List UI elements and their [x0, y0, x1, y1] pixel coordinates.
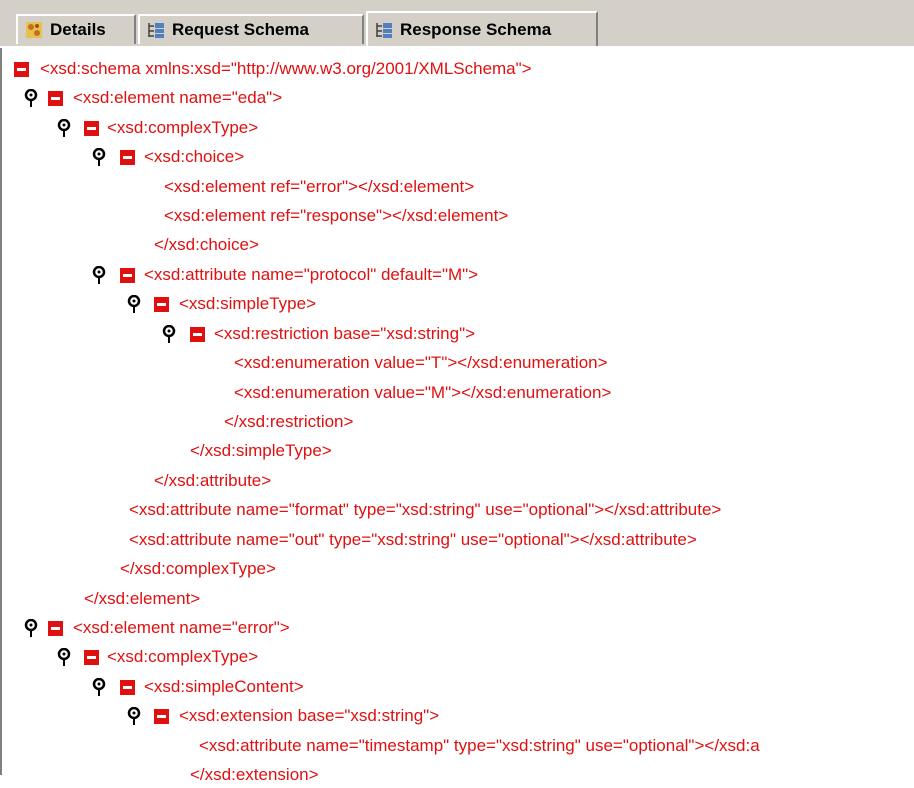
tree-node-label: <xsd:attribute name="out" type="xsd:stri… — [129, 530, 697, 549]
tree-node-label: <xsd:choice> — [144, 147, 245, 166]
details-icon — [26, 22, 42, 38]
tree-node-label: </xsd:restriction> — [224, 412, 354, 431]
collapse-icon[interactable] — [48, 91, 63, 106]
tree-node-label: </xsd:choice> — [154, 235, 259, 254]
schema-tree-icon — [376, 23, 392, 38]
collapse-icon[interactable] — [190, 327, 205, 342]
tree-node-label: </xsd:complexType> — [120, 559, 276, 578]
tree-node-label: <xsd:schema xmlns:xsd="http://www.w3.org… — [40, 59, 532, 78]
tree-node-label: </xsd:element> — [84, 589, 201, 608]
collapse-icon[interactable] — [154, 297, 169, 312]
pin-icon[interactable] — [127, 295, 141, 315]
pin-icon[interactable] — [162, 325, 176, 345]
pin-icon[interactable] — [24, 619, 38, 639]
collapse-icon[interactable] — [120, 150, 135, 165]
tree-node-label: <xsd:enumeration value="T"></xsd:enumera… — [234, 353, 608, 372]
tree-node-label: </xsd:simpleType> — [190, 441, 332, 460]
tab-bar: Details Request Schema Response Schema — [0, 0, 914, 48]
tab-response-schema[interactable]: Response Schema — [366, 11, 598, 47]
collapse-icon[interactable] — [48, 621, 63, 636]
collapse-icon[interactable] — [120, 268, 135, 283]
schema-tree-view[interactable]: <xsd:schema xmlns:xsd="http://www.w3.org… — [0, 48, 914, 784]
collapse-icon[interactable] — [120, 680, 135, 695]
tree-node-label: <xsd:restriction base="xsd:string"> — [214, 324, 476, 343]
tree-node-label: <xsd:element name="error"> — [73, 618, 290, 637]
tree-node-label: <xsd:attribute name="protocol" default="… — [144, 265, 479, 284]
pin-icon[interactable] — [57, 119, 71, 139]
pin-icon[interactable] — [127, 707, 141, 727]
collapse-icon[interactable] — [154, 709, 169, 724]
tab-request-schema[interactable]: Request Schema — [138, 14, 364, 44]
tree-node-label: <xsd:simpleContent> — [144, 677, 304, 696]
collapse-icon[interactable] — [84, 121, 99, 136]
tree-node-label: <xsd:attribute name="format" type="xsd:s… — [129, 500, 722, 519]
tree-node-label: <xsd:simpleType> — [179, 294, 317, 313]
pin-icon[interactable] — [92, 678, 106, 698]
tab-details[interactable]: Details — [16, 14, 136, 44]
tab-request-schema-label: Request Schema — [172, 20, 309, 39]
pin-icon[interactable] — [57, 648, 71, 668]
pin-icon[interactable] — [92, 266, 106, 286]
pin-icon[interactable] — [92, 148, 106, 168]
tree-node-label: <xsd:element ref="error"></xsd:element> — [164, 177, 475, 196]
tab-response-schema-label: Response Schema — [400, 20, 552, 39]
tree-node-label: <xsd:complexType> — [107, 647, 259, 666]
tab-details-label: Details — [50, 20, 106, 39]
collapse-icon[interactable] — [84, 650, 99, 665]
tree-node-label: <xsd:extension base="xsd:string"> — [179, 706, 440, 725]
tree-node-label: </xsd:extension> — [190, 765, 319, 784]
tree-node-label: <xsd:enumeration value="M"></xsd:enumera… — [234, 383, 612, 402]
tree-node-label: <xsd:complexType> — [107, 118, 259, 137]
tree-node-label: <xsd:element name="eda"> — [73, 88, 283, 107]
pin-icon[interactable] — [24, 89, 38, 109]
schema-tree-icon — [148, 23, 164, 38]
collapse-icon[interactable] — [14, 62, 29, 77]
tree-node-label: </xsd:attribute> — [154, 471, 272, 490]
tree-node-label: <xsd:element ref="response"></xsd:elemen… — [164, 206, 509, 225]
tree-node-label: <xsd:attribute name="timestamp" type="xs… — [199, 736, 760, 755]
